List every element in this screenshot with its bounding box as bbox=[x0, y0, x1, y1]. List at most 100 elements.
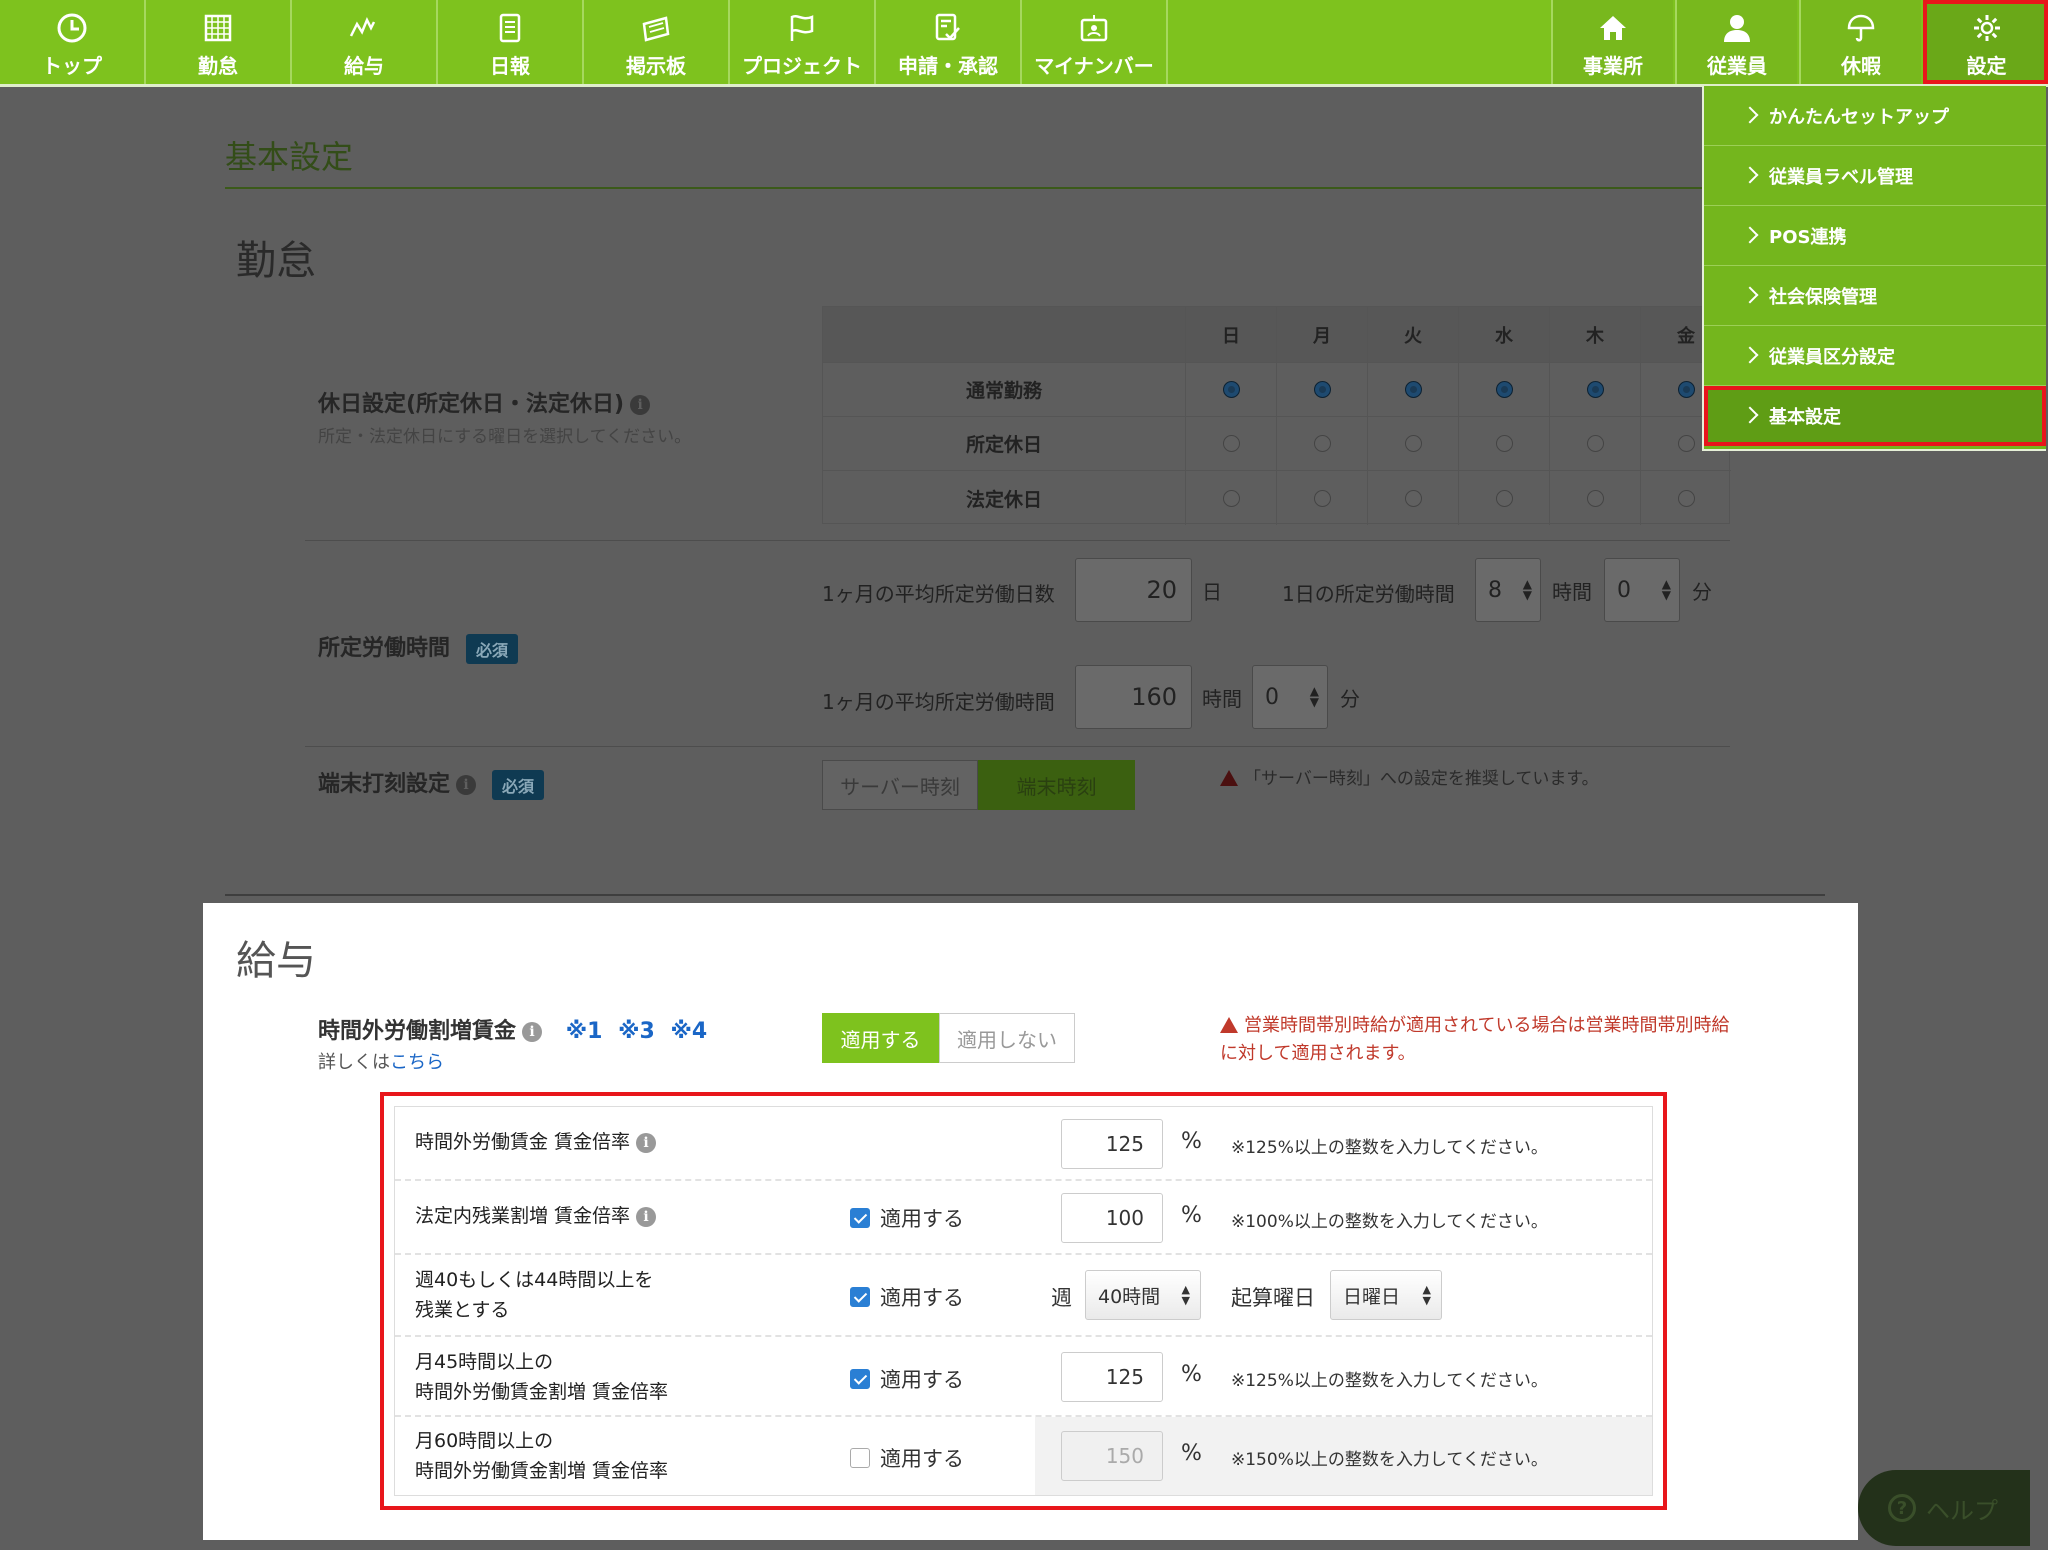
page-title: 基本設定 bbox=[225, 138, 354, 176]
radio-cell bbox=[1458, 363, 1549, 416]
radio-button[interactable] bbox=[1495, 489, 1513, 507]
daily-hours-select[interactable]: 8 ▲ ▼ bbox=[1475, 558, 1541, 622]
calendar-grid-icon bbox=[204, 14, 232, 42]
info-icon[interactable]: i bbox=[636, 1132, 657, 1153]
avg-days-input[interactable]: 20 bbox=[1075, 558, 1192, 622]
week-hours-select[interactable]: 40時間 ▲ ▼ bbox=[1085, 1270, 1201, 1320]
checkbox-checked-icon[interactable] bbox=[850, 1208, 870, 1228]
nav-project[interactable]: プロジェクト bbox=[730, 0, 876, 84]
radio-button[interactable] bbox=[1586, 489, 1604, 507]
server-time-option[interactable]: サーバー時刻 bbox=[822, 760, 978, 810]
menu-item-pos[interactable]: POS連携 bbox=[1704, 206, 2046, 266]
menu-item-easy-setup[interactable]: かんたんセットアップ bbox=[1704, 86, 2046, 146]
radio-button[interactable] bbox=[1222, 489, 1240, 507]
radio-button[interactable] bbox=[1586, 381, 1604, 398]
overtime-not-apply-option[interactable]: 適用しない bbox=[939, 1013, 1075, 1063]
info-icon[interactable]: i bbox=[456, 775, 477, 795]
rate-input[interactable]: 125 bbox=[1061, 1352, 1163, 1402]
day-header: 月 bbox=[1276, 307, 1367, 362]
select-value: 日曜日 bbox=[1343, 1285, 1401, 1308]
overtime-detail-table: 時間外労働賃金 賃金倍率 i 125 % ※125%以上の整数を入力してください。… bbox=[394, 1106, 1653, 1496]
menu-item-social-insurance[interactable]: 社会保険管理 bbox=[1704, 266, 2046, 326]
nav-mynumber[interactable]: マイナンバー bbox=[1022, 0, 1168, 84]
checkbox-checked-icon[interactable] bbox=[850, 1287, 870, 1307]
overtime-apply-option[interactable]: 適用する bbox=[822, 1013, 939, 1063]
checkbox-checked-icon[interactable] bbox=[850, 1369, 870, 1389]
nav-board[interactable]: 掲示板 bbox=[584, 0, 730, 84]
detail-prefix: 詳しくは bbox=[318, 1052, 390, 1073]
select-value: 40時間 bbox=[1098, 1285, 1161, 1308]
terminal-time-option[interactable]: 端末時刻 bbox=[978, 760, 1135, 810]
nav-label: 事業所 bbox=[1583, 54, 1643, 78]
terminal-punch-label: 端末打刻設定 i 必須 bbox=[318, 766, 545, 800]
nav-vacation[interactable]: 休暇 bbox=[1799, 0, 1921, 84]
radio-button[interactable] bbox=[1404, 381, 1422, 398]
holiday-table-header: 日 月 火 水 木 金 土 bbox=[823, 307, 1786, 363]
select-value: 0 bbox=[1617, 577, 1631, 603]
rate-input[interactable]: 150 bbox=[1061, 1431, 1163, 1481]
menu-item-label: 従業員区分設定 bbox=[1769, 346, 1895, 368]
checkbox-label: 適用する bbox=[880, 1207, 964, 1231]
info-icon[interactable]: i bbox=[522, 1022, 543, 1042]
apply-checkbox[interactable]: 適用する bbox=[850, 1364, 964, 1394]
info-icon[interactable]: i bbox=[636, 1206, 657, 1227]
menu-item-basic-settings[interactable]: 基本設定 bbox=[1704, 386, 2046, 446]
chevron-right-icon bbox=[1741, 106, 1759, 123]
apply-checkbox[interactable]: 適用する bbox=[850, 1443, 964, 1473]
nav-top[interactable]: トップ bbox=[0, 0, 146, 84]
line-chart-icon bbox=[349, 16, 376, 37]
apply-checkbox[interactable]: 適用する bbox=[850, 1282, 964, 1312]
monthly-hours-input[interactable]: 160 bbox=[1075, 665, 1192, 729]
apply-checkbox[interactable]: 適用する bbox=[850, 1203, 964, 1233]
info-icon[interactable]: i bbox=[630, 395, 651, 415]
work-hours-label: 所定労働時間 必須 bbox=[318, 630, 519, 664]
radio-button[interactable] bbox=[1677, 381, 1695, 398]
detail-link[interactable]: こちら bbox=[390, 1052, 444, 1073]
row-divider bbox=[305, 746, 1730, 747]
warning-icon bbox=[1220, 1017, 1238, 1033]
help-label: ヘルプ bbox=[1926, 1496, 1998, 1525]
daily-hours-label: 1日の所定労働時間 bbox=[1282, 582, 1455, 606]
daily-minutes-select[interactable]: 0 ▲ ▼ bbox=[1604, 558, 1680, 622]
note-link-4[interactable]: ※4 bbox=[670, 1019, 707, 1044]
radio-button[interactable] bbox=[1677, 489, 1695, 507]
rate-input[interactable]: 100 bbox=[1061, 1193, 1163, 1243]
radio-button[interactable] bbox=[1222, 381, 1240, 398]
row-label: 月60時間以上の 時間外労働賃金割増 賃金倍率 bbox=[415, 1426, 668, 1486]
monthly-minutes-select[interactable]: 0 ▲ ▼ bbox=[1252, 665, 1328, 729]
nav-kyuyo[interactable]: 給与 bbox=[292, 0, 438, 84]
start-day-select[interactable]: 日曜日 ▲ ▼ bbox=[1330, 1270, 1442, 1320]
select-value: 0 bbox=[1265, 684, 1279, 710]
menu-item-employee-label[interactable]: 従業員ラベル管理 bbox=[1704, 146, 2046, 206]
menu-item-label: 社会保険管理 bbox=[1769, 286, 1877, 308]
menu-item-employee-category[interactable]: 従業員区分設定 bbox=[1704, 326, 2046, 386]
radio-button[interactable] bbox=[1313, 489, 1331, 507]
chevron-right-icon bbox=[1741, 226, 1759, 243]
checkbox-unchecked-icon[interactable] bbox=[850, 1448, 870, 1468]
select-arrows-icon: ▲ ▼ bbox=[1522, 577, 1532, 602]
note-link-1[interactable]: ※1 bbox=[566, 1019, 603, 1044]
help-button[interactable]: ? ヘルプ bbox=[1858, 1470, 2030, 1546]
radio-button[interactable] bbox=[1495, 381, 1513, 398]
nav-office[interactable]: 事業所 bbox=[1551, 0, 1673, 84]
radio-button[interactable] bbox=[1313, 435, 1331, 452]
radio-button[interactable] bbox=[1313, 381, 1331, 398]
row-label-line2: 時間外労働賃金割増 賃金倍率 bbox=[415, 1381, 669, 1403]
nav-employee[interactable]: 従業員 bbox=[1675, 0, 1797, 84]
row-label-line2: 残業とする bbox=[415, 1299, 510, 1321]
radio-button[interactable] bbox=[1404, 435, 1422, 452]
note-link-3[interactable]: ※3 bbox=[618, 1019, 655, 1044]
radio-button[interactable] bbox=[1586, 435, 1604, 452]
radio-button[interactable] bbox=[1222, 435, 1240, 452]
checkbox-label: 適用する bbox=[880, 1368, 964, 1392]
row-label-text: 時間外労働賃金 賃金倍率 bbox=[415, 1131, 631, 1153]
nav-nippo[interactable]: 日報 bbox=[438, 0, 584, 84]
nav-kintai[interactable]: 勤怠 bbox=[146, 0, 292, 84]
nav-settings[interactable]: 設定 bbox=[1923, 0, 2048, 84]
radio-button[interactable] bbox=[1404, 489, 1422, 507]
rate-input[interactable]: 125 bbox=[1061, 1119, 1163, 1169]
nav-approval[interactable]: 申請・承認 bbox=[876, 0, 1022, 84]
radio-button[interactable] bbox=[1495, 435, 1513, 452]
day-header: 火 bbox=[1367, 307, 1458, 362]
radio-button[interactable] bbox=[1677, 435, 1695, 452]
